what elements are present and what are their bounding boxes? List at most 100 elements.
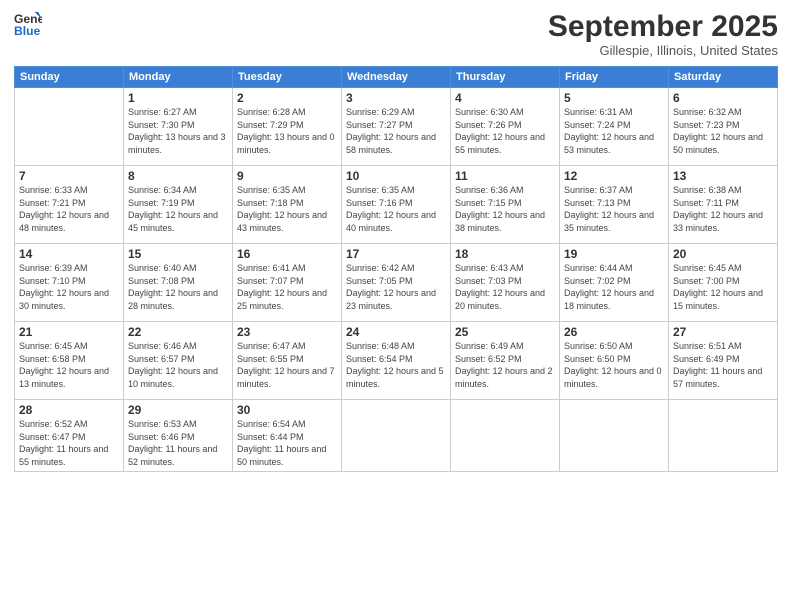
title-area: September 2025 Gillespie, Illinois, Unit… bbox=[548, 10, 778, 58]
day-cell-1-6: 13Sunrise: 6:38 AMSunset: 7:11 PMDayligh… bbox=[669, 166, 778, 244]
day-cell-3-6: 27Sunrise: 6:51 AMSunset: 6:49 PMDayligh… bbox=[669, 322, 778, 400]
header-sunday: Sunday bbox=[15, 67, 124, 88]
day-number: 4 bbox=[455, 91, 555, 105]
day-cell-3-3: 24Sunrise: 6:48 AMSunset: 6:54 PMDayligh… bbox=[342, 322, 451, 400]
header-friday: Friday bbox=[560, 67, 669, 88]
day-cell-2-3: 17Sunrise: 6:42 AMSunset: 7:05 PMDayligh… bbox=[342, 244, 451, 322]
day-cell-4-0: 28Sunrise: 6:52 AMSunset: 6:47 PMDayligh… bbox=[15, 400, 124, 472]
day-info: Sunrise: 6:52 AMSunset: 6:47 PMDaylight:… bbox=[19, 418, 119, 468]
day-number: 13 bbox=[673, 169, 773, 183]
day-number: 12 bbox=[564, 169, 664, 183]
day-cell-0-2: 2Sunrise: 6:28 AMSunset: 7:29 PMDaylight… bbox=[233, 88, 342, 166]
day-cell-1-3: 10Sunrise: 6:35 AMSunset: 7:16 PMDayligh… bbox=[342, 166, 451, 244]
header-saturday: Saturday bbox=[669, 67, 778, 88]
day-cell-3-2: 23Sunrise: 6:47 AMSunset: 6:55 PMDayligh… bbox=[233, 322, 342, 400]
day-number: 5 bbox=[564, 91, 664, 105]
week-row-4: 21Sunrise: 6:45 AMSunset: 6:58 PMDayligh… bbox=[15, 322, 778, 400]
day-info: Sunrise: 6:32 AMSunset: 7:23 PMDaylight:… bbox=[673, 106, 773, 156]
day-cell-4-1: 29Sunrise: 6:53 AMSunset: 6:46 PMDayligh… bbox=[124, 400, 233, 472]
header-thursday: Thursday bbox=[451, 67, 560, 88]
page: General Blue September 2025 Gillespie, I… bbox=[0, 0, 792, 612]
day-info: Sunrise: 6:29 AMSunset: 7:27 PMDaylight:… bbox=[346, 106, 446, 156]
day-cell-4-5 bbox=[560, 400, 669, 472]
day-number: 9 bbox=[237, 169, 337, 183]
day-cell-0-3: 3Sunrise: 6:29 AMSunset: 7:27 PMDaylight… bbox=[342, 88, 451, 166]
calendar: Sunday Monday Tuesday Wednesday Thursday… bbox=[14, 66, 778, 472]
day-info: Sunrise: 6:53 AMSunset: 6:46 PMDaylight:… bbox=[128, 418, 228, 468]
day-number: 29 bbox=[128, 403, 228, 417]
day-info: Sunrise: 6:44 AMSunset: 7:02 PMDaylight:… bbox=[564, 262, 664, 312]
day-cell-0-1: 1Sunrise: 6:27 AMSunset: 7:30 PMDaylight… bbox=[124, 88, 233, 166]
day-info: Sunrise: 6:45 AMSunset: 6:58 PMDaylight:… bbox=[19, 340, 119, 390]
day-number: 15 bbox=[128, 247, 228, 261]
day-info: Sunrise: 6:48 AMSunset: 6:54 PMDaylight:… bbox=[346, 340, 446, 390]
day-cell-3-1: 22Sunrise: 6:46 AMSunset: 6:57 PMDayligh… bbox=[124, 322, 233, 400]
day-number: 20 bbox=[673, 247, 773, 261]
day-number: 16 bbox=[237, 247, 337, 261]
day-cell-1-2: 9Sunrise: 6:35 AMSunset: 7:18 PMDaylight… bbox=[233, 166, 342, 244]
day-cell-3-0: 21Sunrise: 6:45 AMSunset: 6:58 PMDayligh… bbox=[15, 322, 124, 400]
day-cell-2-5: 19Sunrise: 6:44 AMSunset: 7:02 PMDayligh… bbox=[560, 244, 669, 322]
day-info: Sunrise: 6:42 AMSunset: 7:05 PMDaylight:… bbox=[346, 262, 446, 312]
day-number: 19 bbox=[564, 247, 664, 261]
header-tuesday: Tuesday bbox=[233, 67, 342, 88]
week-row-5: 28Sunrise: 6:52 AMSunset: 6:47 PMDayligh… bbox=[15, 400, 778, 472]
day-number: 23 bbox=[237, 325, 337, 339]
subtitle: Gillespie, Illinois, United States bbox=[548, 43, 778, 58]
day-number: 27 bbox=[673, 325, 773, 339]
day-number: 14 bbox=[19, 247, 119, 261]
day-cell-4-6 bbox=[669, 400, 778, 472]
day-number: 6 bbox=[673, 91, 773, 105]
day-info: Sunrise: 6:39 AMSunset: 7:10 PMDaylight:… bbox=[19, 262, 119, 312]
day-cell-1-5: 12Sunrise: 6:37 AMSunset: 7:13 PMDayligh… bbox=[560, 166, 669, 244]
header-wednesday: Wednesday bbox=[342, 67, 451, 88]
day-cell-4-3 bbox=[342, 400, 451, 472]
day-info: Sunrise: 6:54 AMSunset: 6:44 PMDaylight:… bbox=[237, 418, 337, 468]
day-info: Sunrise: 6:31 AMSunset: 7:24 PMDaylight:… bbox=[564, 106, 664, 156]
day-number: 22 bbox=[128, 325, 228, 339]
day-number: 7 bbox=[19, 169, 119, 183]
week-row-2: 7Sunrise: 6:33 AMSunset: 7:21 PMDaylight… bbox=[15, 166, 778, 244]
day-cell-3-5: 26Sunrise: 6:50 AMSunset: 6:50 PMDayligh… bbox=[560, 322, 669, 400]
day-cell-1-0: 7Sunrise: 6:33 AMSunset: 7:21 PMDaylight… bbox=[15, 166, 124, 244]
day-cell-4-4 bbox=[451, 400, 560, 472]
month-title: September 2025 bbox=[548, 10, 778, 43]
day-cell-2-4: 18Sunrise: 6:43 AMSunset: 7:03 PMDayligh… bbox=[451, 244, 560, 322]
day-cell-0-4: 4Sunrise: 6:30 AMSunset: 7:26 PMDaylight… bbox=[451, 88, 560, 166]
day-info: Sunrise: 6:36 AMSunset: 7:15 PMDaylight:… bbox=[455, 184, 555, 234]
day-number: 18 bbox=[455, 247, 555, 261]
logo-icon: General Blue bbox=[14, 10, 42, 38]
day-number: 24 bbox=[346, 325, 446, 339]
day-number: 30 bbox=[237, 403, 337, 417]
svg-text:Blue: Blue bbox=[14, 24, 41, 38]
day-info: Sunrise: 6:49 AMSunset: 6:52 PMDaylight:… bbox=[455, 340, 555, 390]
day-number: 1 bbox=[128, 91, 228, 105]
weekday-header-row: Sunday Monday Tuesday Wednesday Thursday… bbox=[15, 67, 778, 88]
day-info: Sunrise: 6:35 AMSunset: 7:16 PMDaylight:… bbox=[346, 184, 446, 234]
day-info: Sunrise: 6:38 AMSunset: 7:11 PMDaylight:… bbox=[673, 184, 773, 234]
day-info: Sunrise: 6:33 AMSunset: 7:21 PMDaylight:… bbox=[19, 184, 119, 234]
day-info: Sunrise: 6:47 AMSunset: 6:55 PMDaylight:… bbox=[237, 340, 337, 390]
logo: General Blue bbox=[14, 10, 42, 38]
day-info: Sunrise: 6:46 AMSunset: 6:57 PMDaylight:… bbox=[128, 340, 228, 390]
day-info: Sunrise: 6:34 AMSunset: 7:19 PMDaylight:… bbox=[128, 184, 228, 234]
header: General Blue September 2025 Gillespie, I… bbox=[14, 10, 778, 58]
day-info: Sunrise: 6:43 AMSunset: 7:03 PMDaylight:… bbox=[455, 262, 555, 312]
day-info: Sunrise: 6:28 AMSunset: 7:29 PMDaylight:… bbox=[237, 106, 337, 156]
day-cell-0-5: 5Sunrise: 6:31 AMSunset: 7:24 PMDaylight… bbox=[560, 88, 669, 166]
day-info: Sunrise: 6:45 AMSunset: 7:00 PMDaylight:… bbox=[673, 262, 773, 312]
header-monday: Monday bbox=[124, 67, 233, 88]
day-info: Sunrise: 6:41 AMSunset: 7:07 PMDaylight:… bbox=[237, 262, 337, 312]
day-number: 8 bbox=[128, 169, 228, 183]
day-cell-1-4: 11Sunrise: 6:36 AMSunset: 7:15 PMDayligh… bbox=[451, 166, 560, 244]
day-info: Sunrise: 6:30 AMSunset: 7:26 PMDaylight:… bbox=[455, 106, 555, 156]
day-info: Sunrise: 6:27 AMSunset: 7:30 PMDaylight:… bbox=[128, 106, 228, 156]
day-cell-2-2: 16Sunrise: 6:41 AMSunset: 7:07 PMDayligh… bbox=[233, 244, 342, 322]
day-number: 28 bbox=[19, 403, 119, 417]
day-cell-2-1: 15Sunrise: 6:40 AMSunset: 7:08 PMDayligh… bbox=[124, 244, 233, 322]
day-number: 25 bbox=[455, 325, 555, 339]
day-info: Sunrise: 6:40 AMSunset: 7:08 PMDaylight:… bbox=[128, 262, 228, 312]
day-number: 11 bbox=[455, 169, 555, 183]
day-cell-0-0 bbox=[15, 88, 124, 166]
day-info: Sunrise: 6:50 AMSunset: 6:50 PMDaylight:… bbox=[564, 340, 664, 390]
